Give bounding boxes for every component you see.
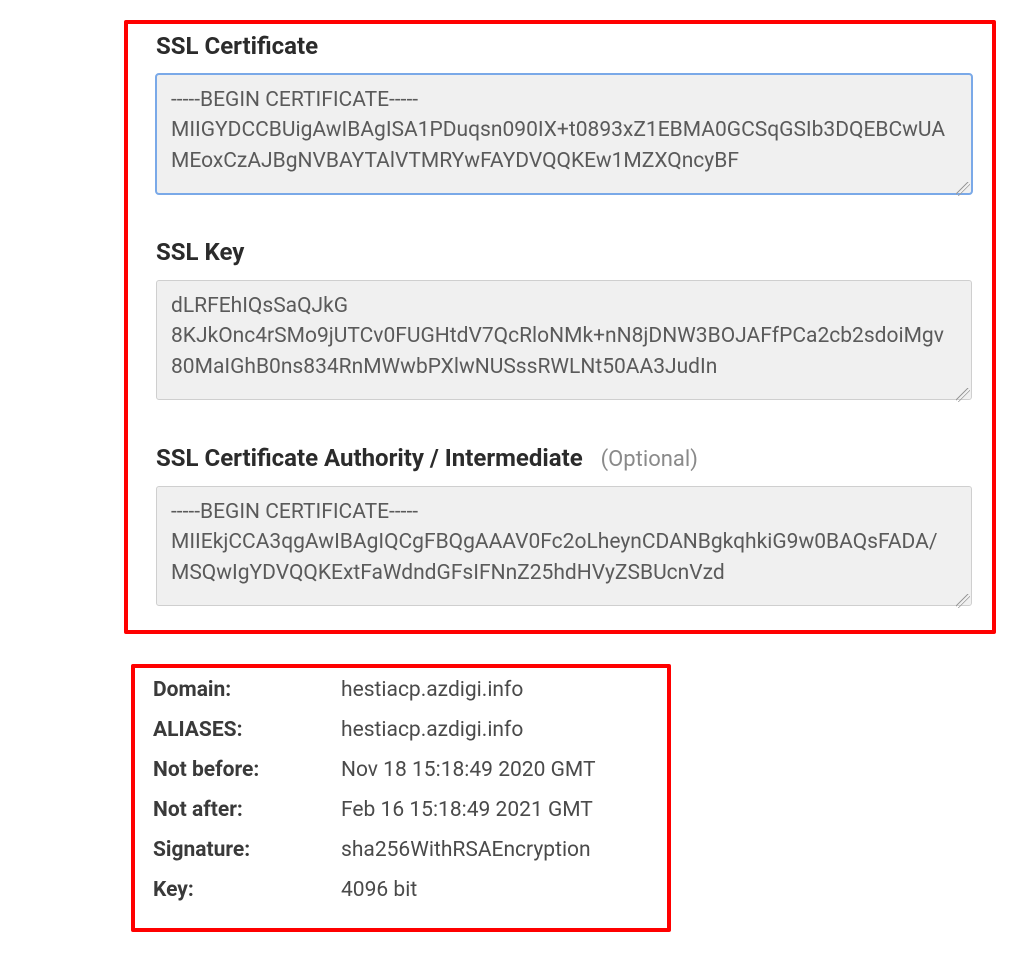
detail-row-signature: Signature: sha256WithRSAEncryption [153, 838, 651, 862]
detail-value: sha256WithRSAEncryption [341, 838, 591, 862]
ssl-key-section: SSL Key [156, 238, 972, 404]
detail-label: Not before: [153, 758, 341, 782]
ssl-ca-input[interactable] [156, 486, 972, 606]
ssl-ca-label-text: SSL Certificate Authority / Intermediate [156, 444, 583, 472]
ssl-ca-section: SSL Certificate Authority / Intermediate… [156, 444, 972, 610]
detail-row-not-after: Not after: Feb 16 15:18:49 2021 GMT [153, 798, 651, 822]
ssl-ca-label: SSL Certificate Authority / Intermediate… [156, 444, 972, 472]
detail-label: ALIASES: [153, 718, 341, 742]
ssl-details-table: Domain: hestiacp.azdigi.info ALIASES: he… [131, 664, 671, 932]
detail-row-domain: Domain: hestiacp.azdigi.info [153, 678, 651, 702]
detail-label: Signature: [153, 838, 341, 862]
detail-label: Domain: [153, 678, 341, 702]
ssl-input-group: SSL Certificate SSL Key SSL Certificate … [124, 20, 996, 634]
ssl-ca-optional: (Optional) [601, 447, 698, 472]
ssl-certificate-label: SSL Certificate [156, 32, 972, 60]
detail-value: hestiacp.azdigi.info [341, 718, 523, 742]
ssl-key-input[interactable] [156, 280, 972, 400]
detail-row-aliases: ALIASES: hestiacp.azdigi.info [153, 718, 651, 742]
detail-value: hestiacp.azdigi.info [341, 678, 523, 702]
detail-value: Feb 16 15:18:49 2021 GMT [341, 798, 593, 822]
detail-label: Key: [153, 878, 341, 902]
ssl-certificate-section: SSL Certificate [156, 32, 972, 198]
detail-row-not-before: Not before: Nov 18 15:18:49 2020 GMT [153, 758, 651, 782]
ssl-certificate-input[interactable] [156, 74, 972, 194]
ssl-key-label: SSL Key [156, 238, 972, 266]
detail-value: 4096 bit [341, 878, 417, 902]
detail-value: Nov 18 15:18:49 2020 GMT [341, 758, 595, 782]
detail-row-key: Key: 4096 bit [153, 878, 651, 902]
detail-label: Not after: [153, 798, 341, 822]
